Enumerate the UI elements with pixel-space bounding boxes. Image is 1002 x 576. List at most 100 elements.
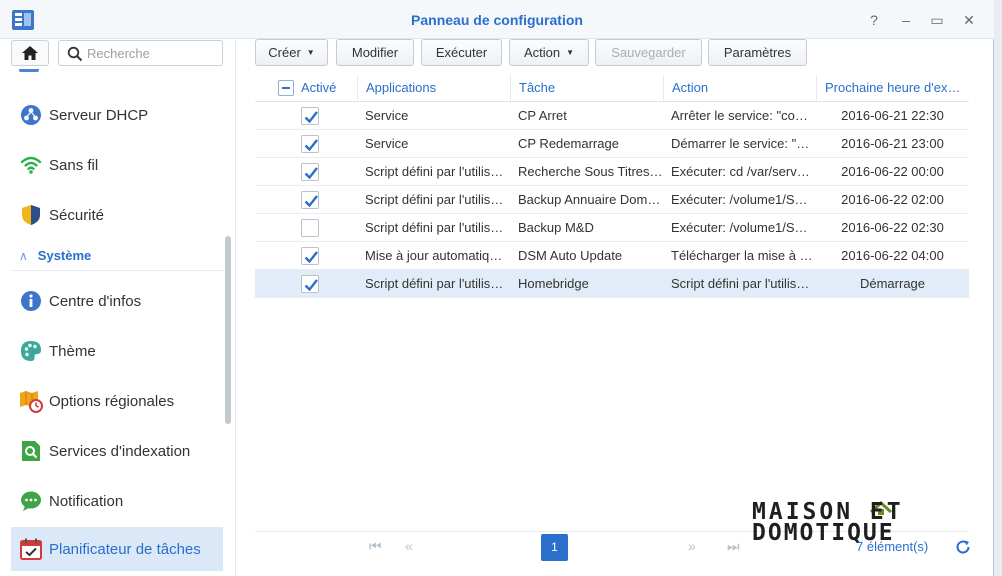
- table-row[interactable]: Script défini par l'utilis… Recherche Sou…: [255, 158, 969, 186]
- sidebar-item-label: Options régionales: [49, 392, 175, 410]
- cell-next-run: 2016-06-22 02:00: [841, 192, 944, 207]
- cell-application: Script défini par l'utilis…: [365, 192, 504, 207]
- table-row[interactable]: Mise à jour automatiq… DSM Auto Update Tél…: [255, 242, 969, 270]
- cell-task: Backup Annuaire Dom…: [518, 192, 661, 207]
- cell-action: Arrêter le service: "co…: [671, 108, 808, 123]
- cell-task: CP Arret: [518, 108, 567, 123]
- sidebar-item-wifi[interactable]: Sans fil: [11, 143, 223, 187]
- maximize-button[interactable]: ▭: [927, 10, 947, 30]
- sidebar-list: Serveur DHCP Sans fil Sécurité ∧ Système…: [0, 69, 236, 576]
- sidebar-item-label: Sans fil: [49, 156, 99, 174]
- search-icon: [67, 46, 83, 62]
- chat-bubble-icon: [21, 491, 41, 511]
- settings-button[interactable]: Paramètres: [708, 39, 807, 66]
- search-input[interactable]: [87, 44, 217, 62]
- section-header-system[interactable]: ∧ Système: [11, 241, 223, 271]
- sidebar-item-label: Serveur DHCP: [49, 106, 149, 124]
- sidebar-item-info[interactable]: Centre d'infos: [11, 279, 223, 323]
- cell-task: Homebridge: [518, 276, 589, 291]
- control-panel-window: Panneau de configuration ? – ▭ ✕ Recherc…: [0, 0, 994, 576]
- help-button[interactable]: ?: [864, 10, 884, 30]
- column-header-applications[interactable]: Applications: [357, 75, 510, 102]
- enabled-checkbox[interactable]: [301, 191, 319, 209]
- column-header-action[interactable]: Action: [663, 75, 816, 102]
- sidebar-item-security[interactable]: Sécurité: [11, 193, 223, 237]
- cell-task: Recherche Sous Titres…: [518, 164, 663, 179]
- section-label: Système: [37, 248, 92, 263]
- cell-action: Exécuter: /volume1/S…: [671, 220, 808, 235]
- enabled-checkbox[interactable]: [301, 107, 319, 125]
- enabled-checkbox[interactable]: [301, 219, 319, 237]
- cell-application: Script défini par l'utilis…: [365, 164, 504, 179]
- cell-action: Exécuter: /volume1/S…: [671, 192, 808, 207]
- cell-application: Service: [365, 136, 409, 151]
- enabled-checkbox[interactable]: [301, 135, 319, 153]
- sidebar-item-task-scheduler[interactable]: Planificateur de tâches: [11, 527, 223, 571]
- index-search-icon: [22, 441, 40, 461]
- dropdown-caret-icon: ▼: [566, 48, 575, 57]
- checkmark-icon: [304, 251, 318, 264]
- cell-task: CP Redemarrage: [518, 136, 619, 151]
- select-all-checkbox[interactable]: [278, 80, 294, 96]
- cell-next-run: 2016-06-22 04:00: [841, 248, 944, 263]
- sidebar: Serveur DHCP Sans fil: [0, 39, 236, 576]
- cell-application: Script défini par l'utilis…: [365, 276, 504, 291]
- palette-icon: [21, 341, 41, 361]
- cell-task: Backup M&D: [518, 220, 594, 235]
- action-button[interactable]: Action ▼: [509, 39, 589, 66]
- sidebar-item-notification[interactable]: Notification: [11, 479, 223, 523]
- sidebar-item-label: Thème: [49, 342, 96, 360]
- enabled-checkbox[interactable]: [301, 275, 319, 293]
- sidebar-scrollbar[interactable]: [225, 236, 231, 424]
- checkmark-icon: [304, 111, 318, 124]
- next-page-icon[interactable]: »: [688, 538, 696, 554]
- cell-next-run: Démarrage: [859, 276, 926, 291]
- checkmark-icon: [304, 167, 318, 180]
- cell-task: DSM Auto Update: [518, 248, 623, 263]
- sidebar-item-indexing[interactable]: Services d'indexation: [11, 429, 223, 473]
- table-row[interactable]: Script défini par l'utilis… Homebridge Scr…: [255, 270, 969, 298]
- create-label: Créer: [268, 45, 301, 60]
- sidebar-item-regional[interactable]: Options régionales: [11, 379, 223, 423]
- sidebar-item-dhcp[interactable]: Serveur DHCP: [11, 93, 223, 137]
- cell-next-run: 2016-06-22 02:30: [841, 220, 944, 235]
- previous-page-icon[interactable]: «: [405, 538, 413, 554]
- minimize-button[interactable]: –: [896, 10, 916, 30]
- column-header-task[interactable]: Tâche: [510, 75, 663, 102]
- cell-action: Script défini par l'utilis…: [671, 276, 810, 291]
- cell-application: Script défini par l'utilis…: [365, 220, 504, 235]
- cell-action: Télécharger la mise à …: [671, 248, 813, 263]
- cell-next-run: 2016-06-21 23:00: [841, 136, 944, 151]
- background-window-edge: [994, 0, 1002, 576]
- sidebar-item-label: Notification: [49, 492, 124, 510]
- execute-button[interactable]: Exécuter: [421, 39, 502, 66]
- save-button[interactable]: Sauvegarder: [595, 39, 702, 66]
- close-button[interactable]: ✕: [959, 10, 979, 30]
- home-button[interactable]: [11, 40, 49, 66]
- regional-clock-icon: [20, 391, 43, 413]
- cell-next-run: 2016-06-21 22:30: [841, 108, 944, 123]
- column-header-enabled[interactable]: Activé: [255, 75, 357, 102]
- create-button[interactable]: Créer ▼: [255, 39, 328, 66]
- first-page-icon[interactable]: ⏮: [369, 538, 382, 555]
- enabled-checkbox[interactable]: [301, 247, 319, 265]
- cell-action: Démarrer le service: "…: [671, 136, 810, 151]
- search-box[interactable]: [58, 40, 223, 66]
- sidebar-item-theme[interactable]: Thème: [11, 329, 223, 373]
- table-row[interactable]: Service CP Redemarrage Démarrer le service…: [255, 130, 969, 158]
- table-row[interactable]: Script défini par l'utilis… Backup M&D Exé…: [255, 214, 969, 242]
- shield-icon: [22, 205, 40, 225]
- last-page-icon[interactable]: ⏭: [727, 538, 740, 555]
- current-page-button[interactable]: 1: [541, 534, 568, 561]
- cell-application: Mise à jour automatiq…: [365, 248, 503, 263]
- action-label: Action: [523, 45, 561, 60]
- modify-button[interactable]: Modifier: [336, 39, 414, 66]
- title-bar[interactable]: Panneau de configuration ? – ▭ ✕: [0, 0, 994, 39]
- table-row[interactable]: Service CP Arret Arrêter le service: "co… 2…: [255, 102, 969, 130]
- checkmark-icon: [304, 139, 318, 152]
- task-grid: Activé Applications Tâche Action Prochai…: [255, 75, 969, 531]
- calendar-check-icon: [20, 538, 42, 560]
- enabled-checkbox[interactable]: [301, 163, 319, 181]
- column-header-next-run[interactable]: Prochaine heure d'ex…: [816, 75, 969, 102]
- table-row[interactable]: Script défini par l'utilis… Backup Annuai…: [255, 186, 969, 214]
